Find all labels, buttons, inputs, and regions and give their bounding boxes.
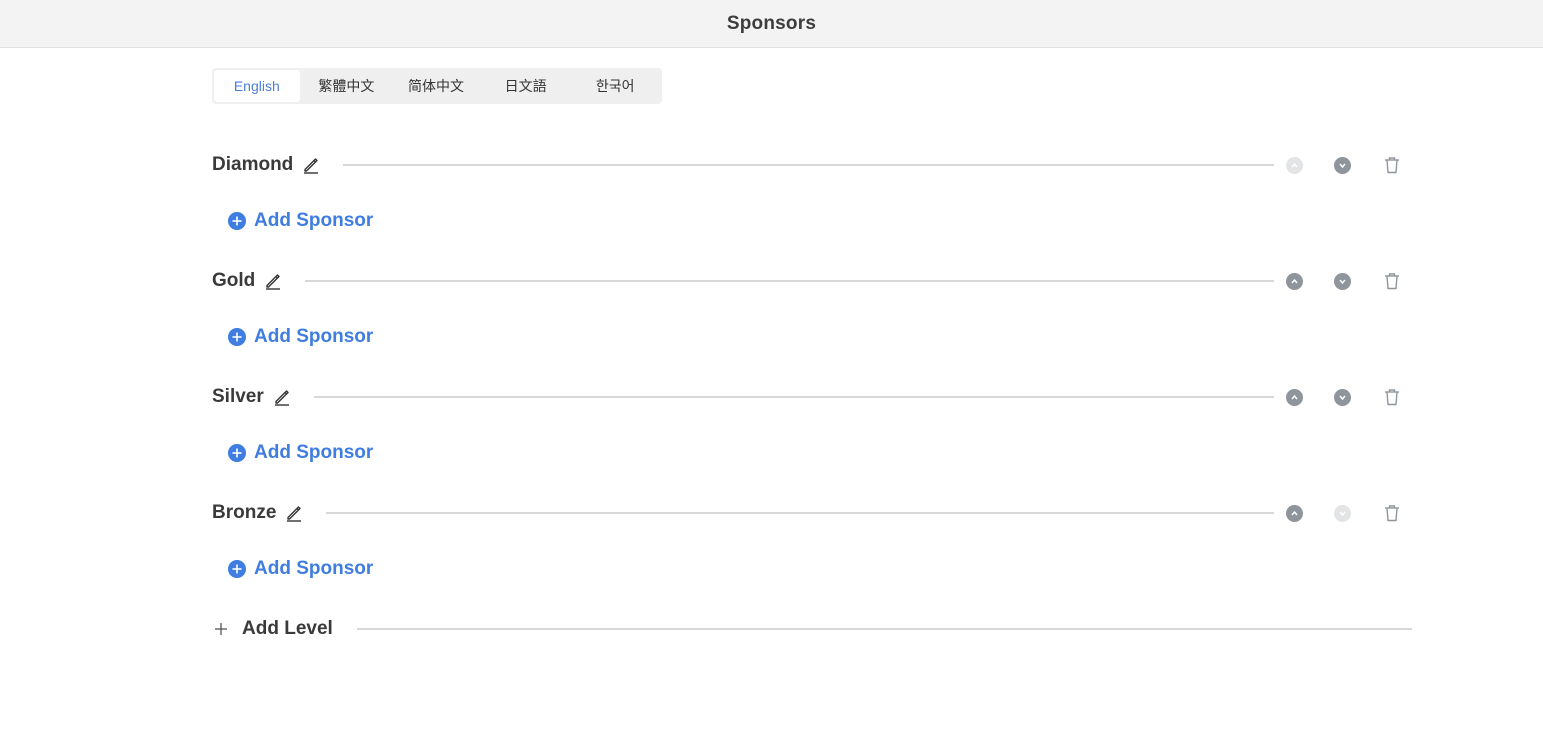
add-sponsor-button[interactable]: Add Sponsor	[228, 440, 373, 466]
trash-icon[interactable]	[1382, 155, 1402, 175]
add-sponsor-label: Add Sponsor	[254, 210, 374, 231]
add-sponsor-button[interactable]: Add Sponsor	[228, 208, 373, 234]
level-name: Bronze	[212, 502, 277, 523]
level-divider	[326, 512, 1274, 514]
tab-simplified-chinese[interactable]: 简体中文	[391, 70, 481, 102]
trash-icon[interactable]	[1382, 387, 1402, 407]
add-sponsor-button[interactable]: Add Sponsor	[228, 324, 373, 350]
plus-circle-icon	[228, 560, 246, 578]
level-name: Silver	[212, 386, 264, 407]
chevron-up-circle-icon[interactable]	[1286, 272, 1303, 290]
tab-english[interactable]: English	[214, 70, 300, 102]
tab-korean[interactable]: 한국어	[570, 70, 660, 102]
pencil-icon[interactable]	[272, 387, 292, 407]
page-title: Sponsors	[726, 12, 817, 34]
chevron-down-circle-icon[interactable]	[1334, 388, 1351, 406]
level-controls	[1286, 155, 1412, 175]
level-row-diamond: Diamond	[212, 150, 1412, 180]
add-sponsor-button[interactable]: Add Sponsor	[228, 556, 373, 582]
level-divider	[313, 396, 1274, 398]
chevron-down-circle-icon[interactable]	[1334, 156, 1351, 174]
level-row-silver: Silver	[212, 382, 1412, 412]
plus-circle-icon	[228, 444, 246, 462]
plus-circle-icon	[228, 328, 246, 346]
tab-japanese[interactable]: 日文語	[481, 70, 571, 102]
chevron-down-circle-icon[interactable]	[1334, 504, 1351, 522]
trash-icon[interactable]	[1382, 503, 1402, 523]
tab-traditional-chinese[interactable]: 繁體中文	[302, 70, 392, 102]
trash-icon[interactable]	[1382, 271, 1402, 291]
level-divider	[343, 164, 1274, 166]
level-row-gold: Gold	[212, 266, 1412, 296]
chevron-down-circle-icon[interactable]	[1334, 272, 1351, 290]
add-level-row: Add Level	[212, 616, 1412, 642]
level-name: Diamond	[212, 154, 294, 175]
top-bar: Sponsors	[0, 0, 1543, 48]
language-tabs: English 繁體中文 简体中文 日文語 한국어	[212, 68, 662, 104]
level-name: Gold	[212, 270, 256, 291]
level-controls	[1286, 503, 1412, 523]
add-level-button[interactable]: Add Level	[242, 618, 333, 640]
plus-circle-icon	[228, 212, 246, 230]
level-controls	[1286, 271, 1412, 291]
chevron-up-circle-icon[interactable]	[1286, 156, 1303, 174]
add-sponsor-label: Add Sponsor	[254, 442, 374, 463]
pencil-icon[interactable]	[284, 503, 304, 523]
add-sponsor-label: Add Sponsor	[254, 326, 374, 347]
plus-icon[interactable]	[212, 620, 230, 638]
chevron-up-circle-icon[interactable]	[1286, 504, 1303, 522]
pencil-icon[interactable]	[263, 271, 283, 291]
level-divider	[305, 280, 1274, 282]
add-sponsor-label: Add Sponsor	[254, 558, 374, 579]
chevron-up-circle-icon[interactable]	[1286, 388, 1303, 406]
level-controls	[1286, 387, 1412, 407]
add-level-divider	[356, 628, 1412, 630]
pencil-icon[interactable]	[301, 155, 321, 175]
level-row-bronze: Bronze	[212, 498, 1412, 528]
